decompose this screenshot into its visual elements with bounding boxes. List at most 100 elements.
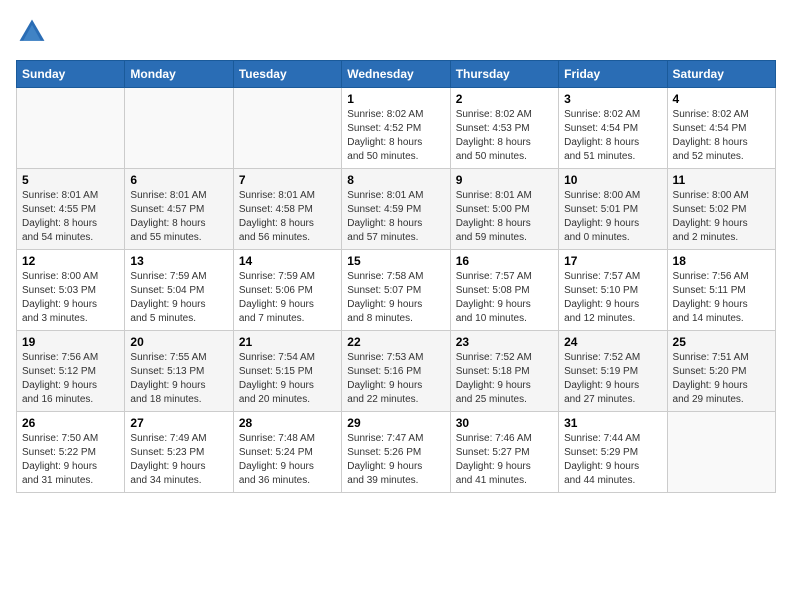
calendar-cell: 29Sunrise: 7:47 AM Sunset: 5:26 PM Dayli… <box>342 412 450 493</box>
calendar-cell: 3 Sunrise: 8:02 AM Sunset: 4:54 PM Daylig… <box>559 88 667 169</box>
day-info: Sunrise: 7:52 AM Sunset: 5:18 PM Dayligh… <box>456 351 553 407</box>
calendar-cell: 25 Sunrise: 7:51 AM Sunset: 5:20 PM Dayli… <box>667 331 775 412</box>
calendar-cell <box>125 88 233 169</box>
calendar-cell: 15 Sunrise: 7:58 AM Sunset: 5:07 PM Dayli… <box>342 250 450 331</box>
calendar-week-row: 1 Sunrise: 8:02 AM Sunset: 4:52 PM Daylig… <box>17 88 776 169</box>
day-of-week-header: Monday <box>125 61 233 88</box>
day-info: Sunrise: 8:01 AM Sunset: 4:58 PM Dayligh… <box>239 189 336 245</box>
day-number: 9 <box>456 173 553 187</box>
day-info: Sunrise: 7:51 AM Sunset: 5:20 PM Dayligh… <box>673 351 770 407</box>
day-number: 12 <box>22 254 119 268</box>
day-info: Sunrise: 8:00 AM Sunset: 5:01 PM Dayligh… <box>564 189 661 245</box>
day-info: Sunrise: 7:44 AM Sunset: 5:29 PM Dayligh… <box>564 432 661 488</box>
day-info: Sunrise: 8:02 AM Sunset: 4:52 PM Dayligh… <box>347 108 444 164</box>
day-number: 1 <box>347 92 444 106</box>
calendar-cell: 11Sunrise: 8:00 AM Sunset: 5:02 PM Dayli… <box>667 169 775 250</box>
calendar-cell: 16Sunrise: 7:57 AM Sunset: 5:08 PM Dayli… <box>450 250 558 331</box>
calendar-week-row: 12 Sunrise: 8:00 AM Sunset: 5:03 PM Dayli… <box>17 250 776 331</box>
calendar-cell: 12 Sunrise: 8:00 AM Sunset: 5:03 PM Dayli… <box>17 250 125 331</box>
day-of-week-header: Saturday <box>667 61 775 88</box>
day-number: 2 <box>456 92 553 106</box>
day-number: 5 <box>22 173 119 187</box>
day-number: 21 <box>239 335 336 349</box>
day-info: Sunrise: 8:01 AM Sunset: 5:00 PM Dayligh… <box>456 189 553 245</box>
calendar-cell: 20Sunrise: 7:55 AM Sunset: 5:13 PM Dayli… <box>125 331 233 412</box>
day-number: 18 <box>673 254 770 268</box>
logo-icon <box>16 16 48 48</box>
calendar-cell: 30Sunrise: 7:46 AM Sunset: 5:27 PM Dayli… <box>450 412 558 493</box>
page-header <box>16 16 776 48</box>
calendar-table: SundayMondayTuesdayWednesdayThursdayFrid… <box>16 60 776 493</box>
calendar-cell: 1 Sunrise: 8:02 AM Sunset: 4:52 PM Daylig… <box>342 88 450 169</box>
day-info: Sunrise: 8:02 AM Sunset: 4:54 PM Dayligh… <box>673 108 770 164</box>
day-info: Sunrise: 7:59 AM Sunset: 5:06 PM Dayligh… <box>239 270 336 326</box>
calendar-cell: 2 Sunrise: 8:02 AM Sunset: 4:53 PM Daylig… <box>450 88 558 169</box>
day-number: 6 <box>130 173 227 187</box>
calendar-week-row: 19 Sunrise: 7:56 AM Sunset: 5:12 PM Dayli… <box>17 331 776 412</box>
calendar-cell: 27 Sunrise: 7:49 AM Sunset: 5:23 PM Dayli… <box>125 412 233 493</box>
day-number: 31 <box>564 416 661 430</box>
day-number: 3 <box>564 92 661 106</box>
day-number: 20 <box>130 335 227 349</box>
calendar-cell <box>233 88 341 169</box>
days-of-week-row: SundayMondayTuesdayWednesdayThursdayFrid… <box>17 61 776 88</box>
calendar-cell: 28 Sunrise: 7:48 AM Sunset: 5:24 PM Dayli… <box>233 412 341 493</box>
day-number: 23 <box>456 335 553 349</box>
calendar-cell: 24 Sunrise: 7:52 AM Sunset: 5:19 PM Dayli… <box>559 331 667 412</box>
day-info: Sunrise: 7:56 AM Sunset: 5:12 PM Dayligh… <box>22 351 119 407</box>
day-info: Sunrise: 7:46 AM Sunset: 5:27 PM Dayligh… <box>456 432 553 488</box>
logo <box>16 16 52 48</box>
calendar-cell: 19 Sunrise: 7:56 AM Sunset: 5:12 PM Dayli… <box>17 331 125 412</box>
calendar-cell: 7 Sunrise: 8:01 AM Sunset: 4:58 PM Daylig… <box>233 169 341 250</box>
calendar-cell: 14 Sunrise: 7:59 AM Sunset: 5:06 PM Dayli… <box>233 250 341 331</box>
day-of-week-header: Tuesday <box>233 61 341 88</box>
calendar-cell <box>667 412 775 493</box>
day-info: Sunrise: 7:57 AM Sunset: 5:10 PM Dayligh… <box>564 270 661 326</box>
day-info: Sunrise: 7:58 AM Sunset: 5:07 PM Dayligh… <box>347 270 444 326</box>
day-number: 27 <box>130 416 227 430</box>
day-info: Sunrise: 8:02 AM Sunset: 4:53 PM Dayligh… <box>456 108 553 164</box>
calendar-cell: 18Sunrise: 7:56 AM Sunset: 5:11 PM Dayli… <box>667 250 775 331</box>
calendar-week-row: 26Sunrise: 7:50 AM Sunset: 5:22 PM Dayli… <box>17 412 776 493</box>
day-number: 24 <box>564 335 661 349</box>
day-number: 28 <box>239 416 336 430</box>
calendar-cell: 5Sunrise: 8:01 AM Sunset: 4:55 PM Daylig… <box>17 169 125 250</box>
day-number: 8 <box>347 173 444 187</box>
day-info: Sunrise: 8:02 AM Sunset: 4:54 PM Dayligh… <box>564 108 661 164</box>
day-of-week-header: Friday <box>559 61 667 88</box>
day-info: Sunrise: 7:54 AM Sunset: 5:15 PM Dayligh… <box>239 351 336 407</box>
day-number: 7 <box>239 173 336 187</box>
day-number: 25 <box>673 335 770 349</box>
day-info: Sunrise: 7:47 AM Sunset: 5:26 PM Dayligh… <box>347 432 444 488</box>
day-info: Sunrise: 7:52 AM Sunset: 5:19 PM Dayligh… <box>564 351 661 407</box>
day-info: Sunrise: 8:01 AM Sunset: 4:57 PM Dayligh… <box>130 189 227 245</box>
calendar-cell: 21 Sunrise: 7:54 AM Sunset: 5:15 PM Dayli… <box>233 331 341 412</box>
day-of-week-header: Thursday <box>450 61 558 88</box>
day-info: Sunrise: 8:00 AM Sunset: 5:02 PM Dayligh… <box>673 189 770 245</box>
day-info: Sunrise: 8:01 AM Sunset: 4:59 PM Dayligh… <box>347 189 444 245</box>
day-number: 10 <box>564 173 661 187</box>
calendar-cell <box>17 88 125 169</box>
day-number: 14 <box>239 254 336 268</box>
day-info: Sunrise: 7:49 AM Sunset: 5:23 PM Dayligh… <box>130 432 227 488</box>
calendar-week-row: 5Sunrise: 8:01 AM Sunset: 4:55 PM Daylig… <box>17 169 776 250</box>
calendar-cell: 17 Sunrise: 7:57 AM Sunset: 5:10 PM Dayli… <box>559 250 667 331</box>
day-info: Sunrise: 8:00 AM Sunset: 5:03 PM Dayligh… <box>22 270 119 326</box>
day-of-week-header: Sunday <box>17 61 125 88</box>
day-info: Sunrise: 7:59 AM Sunset: 5:04 PM Dayligh… <box>130 270 227 326</box>
calendar-cell: 31 Sunrise: 7:44 AM Sunset: 5:29 PM Dayli… <box>559 412 667 493</box>
day-number: 17 <box>564 254 661 268</box>
calendar-cell: 4Sunrise: 8:02 AM Sunset: 4:54 PM Daylig… <box>667 88 775 169</box>
calendar-cell: 13Sunrise: 7:59 AM Sunset: 5:04 PM Dayli… <box>125 250 233 331</box>
day-number: 16 <box>456 254 553 268</box>
day-info: Sunrise: 7:48 AM Sunset: 5:24 PM Dayligh… <box>239 432 336 488</box>
day-number: 15 <box>347 254 444 268</box>
day-number: 19 <box>22 335 119 349</box>
calendar-cell: 9 Sunrise: 8:01 AM Sunset: 5:00 PM Daylig… <box>450 169 558 250</box>
day-of-week-header: Wednesday <box>342 61 450 88</box>
calendar-header: SundayMondayTuesdayWednesdayThursdayFrid… <box>17 61 776 88</box>
day-number: 22 <box>347 335 444 349</box>
calendar-cell: 26Sunrise: 7:50 AM Sunset: 5:22 PM Dayli… <box>17 412 125 493</box>
calendar-cell: 6 Sunrise: 8:01 AM Sunset: 4:57 PM Daylig… <box>125 169 233 250</box>
day-info: Sunrise: 7:53 AM Sunset: 5:16 PM Dayligh… <box>347 351 444 407</box>
